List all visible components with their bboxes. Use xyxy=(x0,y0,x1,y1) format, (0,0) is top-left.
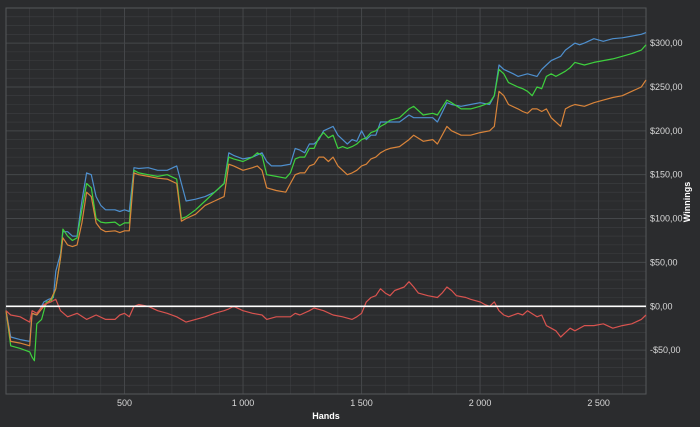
y-tick-label: $100,00 xyxy=(650,214,683,224)
x-tick-label: 2 000 xyxy=(469,398,492,408)
x-axis-title: Hands xyxy=(312,411,340,421)
x-tick-label: 2 500 xyxy=(587,398,610,408)
y-tick-label: $250,00 xyxy=(650,82,683,92)
y-tick-label: $50,00 xyxy=(650,257,678,267)
y-tick-label: -$50,00 xyxy=(650,345,681,355)
y-tick-label: $200,00 xyxy=(650,126,683,136)
x-tick-label: 1 500 xyxy=(350,398,373,408)
x-tick-label: 1 000 xyxy=(232,398,255,408)
winnings-chart: 500 1 000 1 500 2 000 2 500 -$50,00 $0,00 $50,… xyxy=(0,0,700,427)
y-tick-label: $300,00 xyxy=(650,38,683,48)
y-tick-label: $150,00 xyxy=(650,170,683,180)
y-axis-title: Winnings xyxy=(682,182,692,222)
chart-background xyxy=(0,0,700,427)
x-tick-label: 500 xyxy=(117,398,132,408)
y-tick-label: $0,00 xyxy=(650,301,673,311)
